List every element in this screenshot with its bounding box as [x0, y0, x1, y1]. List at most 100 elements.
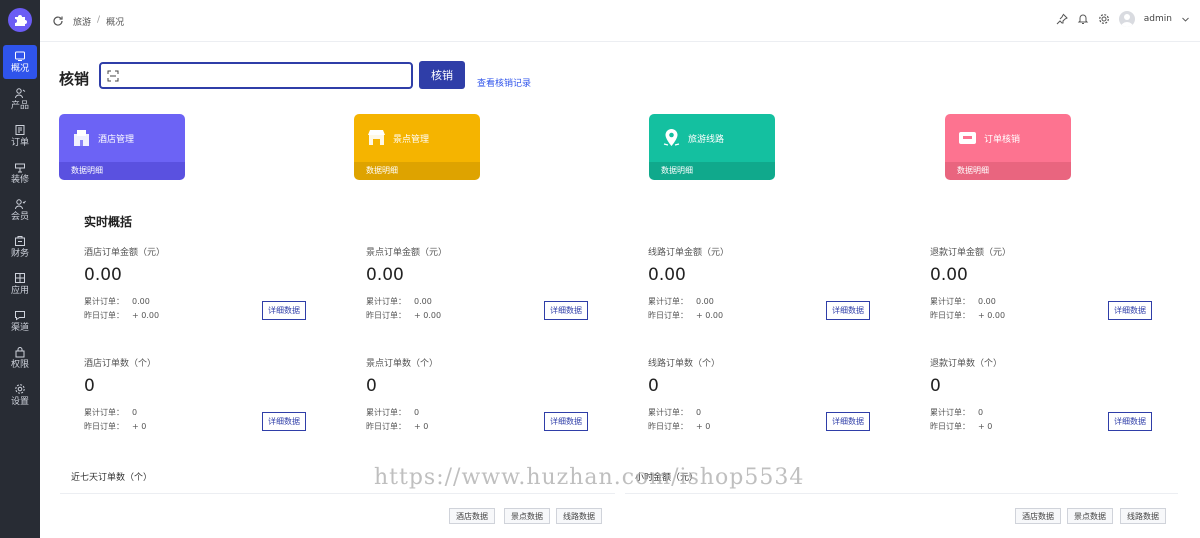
avatar[interactable]	[1118, 11, 1135, 27]
sidebar-item-label: 渠道	[10, 323, 29, 333]
stat-yesterday-label: 昨日订单：	[930, 422, 970, 431]
stat-value: 0	[648, 376, 659, 396]
chart-tab-2[interactable]: 线路数据	[556, 508, 602, 524]
detail-data-button[interactable]: 详细数据	[262, 301, 306, 320]
detail-data-button[interactable]: 详细数据	[544, 301, 588, 320]
module-card-0[interactable]: 酒店管理 数据明细	[59, 114, 185, 180]
stat-total-row: 累计订单： 0.00	[648, 296, 714, 307]
card-footer[interactable]: 数据明细	[649, 162, 775, 180]
stat-label: 退款订单数（个）	[930, 359, 1003, 369]
chart-tab-0[interactable]: 酒店数据	[449, 508, 495, 524]
realtime-title: 实时概括	[84, 215, 133, 229]
chart-tab-1[interactable]: 景点数据	[504, 508, 550, 524]
stat-total-label: 累计订单：	[930, 297, 970, 306]
stat-total-row: 累计订单： 0	[648, 407, 701, 418]
stat-total-row: 累计订单： 0	[930, 407, 983, 418]
stat-label: 景点订单数（个）	[366, 359, 439, 369]
stat-value: 0	[930, 376, 941, 396]
card-title: 旅游线路	[688, 135, 725, 145]
breadcrumb-item-overview: 概况	[106, 18, 125, 28]
stat-total-label: 累计订单：	[648, 297, 688, 306]
lock-icon	[15, 347, 25, 358]
breadcrumb-item-travel[interactable]: 旅游	[73, 15, 91, 28]
detail-data-button[interactable]: 详细数据	[826, 301, 870, 320]
detail-data-button[interactable]: 详细数据	[262, 412, 306, 431]
breadcrumb-separator: /	[97, 15, 101, 25]
stat-total-row: 累计订单： 0.00	[930, 296, 996, 307]
verify-button[interactable]: 核销	[419, 61, 465, 89]
detail-data-button[interactable]: 详细数据	[1108, 412, 1152, 431]
verify-title: 核销	[59, 70, 90, 88]
stat-yesterday-value: + 0	[414, 422, 429, 431]
gear-icon	[15, 384, 25, 394]
sidebar-item-3[interactable]: 装修	[0, 156, 40, 190]
card-footer[interactable]: 数据明细	[354, 162, 480, 180]
verify-code-input[interactable]	[123, 67, 403, 85]
sidebar-item-label: 订单	[10, 138, 29, 148]
chart-tab-2[interactable]: 线路数据	[1120, 508, 1166, 524]
verify-records-link[interactable]: 查看核销记录	[477, 76, 531, 89]
stat-total-label: 累计订单：	[366, 297, 406, 306]
stat-label: 景点订单金额（元）	[366, 248, 448, 258]
stat-yesterday-value: + 0.00	[696, 311, 724, 320]
stat-yesterday-row: 昨日订单： + 0	[648, 421, 710, 432]
stat-total-label: 累计订单：	[366, 408, 406, 417]
module-card-1[interactable]: 景点管理 数据明细	[354, 114, 480, 180]
stat-yesterday-label: 昨日订单：	[366, 311, 406, 320]
chart-tab-0[interactable]: 酒店数据	[1015, 508, 1061, 524]
chart-tab-1[interactable]: 景点数据	[1067, 508, 1113, 524]
module-card-2[interactable]: 旅游线路数据明细	[649, 114, 775, 180]
sidebar-item-6[interactable]: 应用	[0, 267, 40, 301]
stat-label: 酒店订单金额（元）	[84, 248, 166, 258]
stat-block: 酒店订单数（个） 0 累计订单： 0 昨日订单： + 0 详细数据	[84, 356, 324, 446]
module-card-3[interactable]: 订单核销 数据明细	[945, 114, 1071, 180]
sidebar-item-1[interactable]: 产品	[0, 82, 40, 116]
sidebar-item-7[interactable]: 渠道	[0, 304, 40, 338]
stat-total-value: 0	[132, 408, 138, 417]
username[interactable]: admin	[1144, 14, 1172, 24]
sidebar-item-4[interactable]: 会员	[0, 193, 40, 227]
gear-icon[interactable]	[1098, 13, 1110, 25]
card-footer[interactable]: 数据明细	[945, 162, 1071, 180]
stat-yesterday-row: 昨日订单： + 0	[366, 421, 428, 432]
stat-yesterday-value: + 0.00	[978, 311, 1006, 320]
stat-yesterday-row: 昨日订单： + 0.00	[648, 310, 723, 321]
sidebar-item-2[interactable]: 订单	[0, 119, 40, 153]
card-body: 景点管理	[354, 114, 480, 162]
finance-icon	[15, 236, 25, 246]
scan-icon[interactable]	[107, 70, 119, 82]
breadcrumb: 旅游 / 概况	[73, 15, 124, 28]
logo[interactable]	[8, 8, 32, 32]
detail-data-button[interactable]: 详细数据	[544, 412, 588, 431]
stat-label: 酒店订单数（个）	[84, 359, 157, 369]
channel-icon	[15, 311, 25, 321]
detail-data-button[interactable]: 详细数据	[1108, 301, 1152, 320]
stat-yesterday-row: 昨日订单： + 0	[84, 421, 146, 432]
stat-yesterday-label: 昨日订单：	[930, 311, 970, 320]
verify-input-box[interactable]	[99, 62, 413, 89]
stat-total-value: 0.00	[978, 297, 996, 306]
stat-total-value: 0	[414, 408, 420, 417]
card-footer[interactable]: 数据明细	[59, 162, 185, 180]
bell-icon[interactable]	[1077, 13, 1089, 25]
dashboard-icon	[15, 51, 25, 61]
sidebar-item-9[interactable]: 设置	[0, 378, 40, 412]
detail-data-button[interactable]: 详细数据	[826, 412, 870, 431]
product-icon	[15, 88, 26, 99]
stat-yesterday-label: 昨日订单：	[366, 422, 406, 431]
stat-label: 线路订单数（个）	[648, 359, 721, 369]
stat-total-label: 累计订单：	[84, 408, 124, 417]
card-body: 订单核销	[945, 114, 1071, 162]
card-body: 酒店管理	[59, 114, 185, 162]
sidebar-item-0[interactable]: 概况	[3, 45, 37, 79]
stat-yesterday-row: 昨日订单： + 0	[930, 421, 992, 432]
decorate-icon	[15, 163, 25, 173]
stat-total-row: 累计订单： 0	[366, 407, 419, 418]
pin-icon[interactable]	[1056, 13, 1068, 25]
stat-block: 退款订单数（个） 0 累计订单： 0 昨日订单： + 0 详细数据	[930, 356, 1170, 446]
chevron-down-icon[interactable]	[1181, 15, 1190, 24]
stat-block: 退款订单金额（元） 0.00 累计订单： 0.00 昨日订单： + 0.00 详细数据	[930, 245, 1170, 335]
sidebar-item-8[interactable]: 权限	[0, 341, 40, 375]
sidebar-item-5[interactable]: 财务	[0, 230, 40, 264]
refresh-icon[interactable]	[52, 15, 64, 27]
